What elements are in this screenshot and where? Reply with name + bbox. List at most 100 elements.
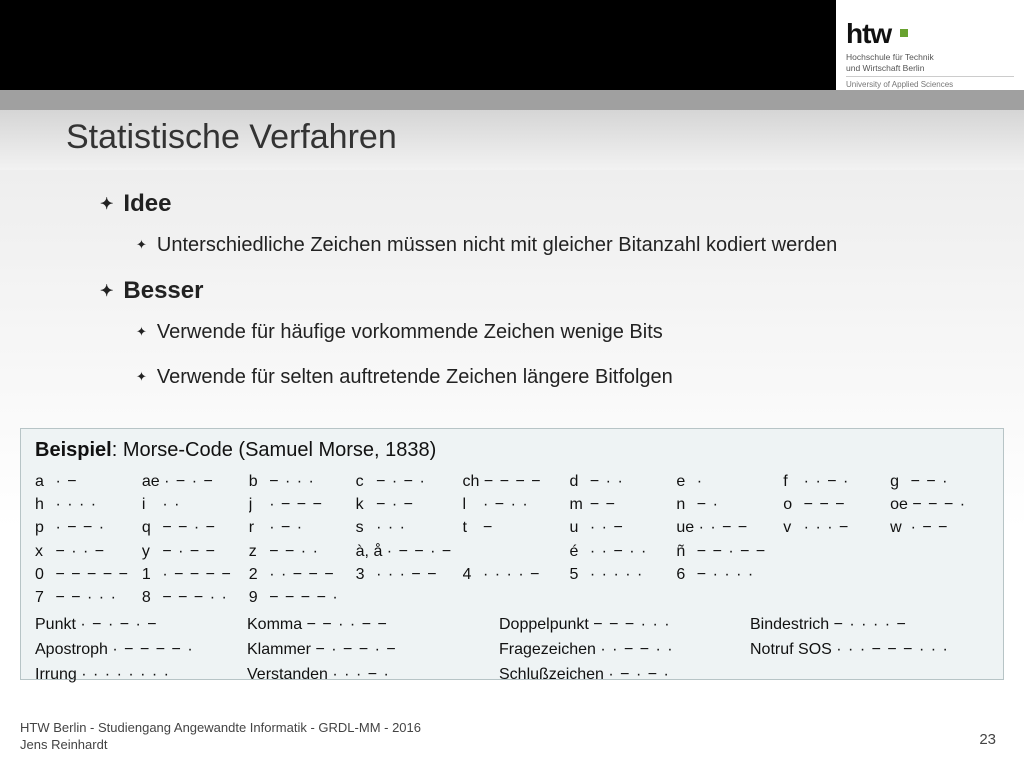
morse-cell: a · −	[35, 470, 134, 493]
morse-wide-cell: Bindestrich − · · · · −	[750, 613, 989, 638]
logo-line1: Hochschule für Technik	[846, 52, 1014, 63]
morse-cell: c − · − ·	[356, 470, 455, 493]
slide: htw Hochschule für Technik und Wirtschaf…	[0, 0, 1024, 768]
morse-cell: 7 − − · · ·	[35, 586, 134, 609]
logo-block: htw Hochschule für Technik und Wirtschaf…	[836, 0, 1024, 90]
morse-cell: i · ·	[142, 493, 241, 516]
morse-cell: 8 − − − · ·	[142, 586, 241, 609]
logo-sub: University of Applied Sciences	[846, 80, 1014, 90]
footer-line1: HTW Berlin - Studiengang Angewandte Info…	[20, 720, 421, 737]
morse-wide-cell: Doppelpunkt − − − · · ·	[499, 613, 738, 638]
morse-cell: 0 − − − − −	[35, 563, 134, 586]
morse-cell: ch − − − −	[463, 470, 562, 493]
morse-wide-cell: Punkt · − · − · −	[35, 613, 235, 638]
morse-cell: ue · · − −	[676, 516, 775, 539]
morse-wide-cell: Klammer − · − − · −	[247, 638, 487, 663]
morse-cell: p · − − ·	[35, 516, 134, 539]
morse-cell: oe − − − ·	[890, 493, 989, 516]
diamond-bullet-icon: ✦	[136, 324, 147, 339]
page-number: 23	[979, 731, 996, 748]
morse-cell	[569, 586, 668, 609]
besser-text-0: Verwende für häufige vorkommende Zeichen…	[157, 321, 663, 343]
morse-cell: k − · −	[356, 493, 455, 516]
morse-cell: é · · − · ·	[569, 540, 668, 563]
content: ✦ Idee ✦ Unterschiedliche Zeichen müssen n…	[100, 190, 964, 409]
morse-cell: q − − · −	[142, 516, 241, 539]
example-box: Beispiel: Morse-Code (Samuel Morse, 1838…	[20, 428, 1004, 680]
morse-wide-cell	[750, 663, 989, 688]
besser-item-1: ✦ Verwende für selten auftretende Zeichen…	[136, 364, 964, 391]
morse-wide-cell: Komma − − · · − −	[247, 613, 487, 638]
example-title-bold: Beispiel	[35, 439, 112, 461]
morse-cell	[783, 540, 882, 563]
idee-text: Unterschiedliche Zeichen müssen nicht mi…	[157, 234, 837, 256]
diamond-bullet-icon: ✦	[100, 283, 113, 300]
morse-cell: l · − · ·	[463, 493, 562, 516]
logo-tagline: Hochschule für Technik und Wirtschaft Be…	[846, 52, 1014, 90]
diamond-bullet-icon: ✦	[100, 196, 113, 213]
logo-brand: htw	[846, 18, 891, 50]
morse-cell: 1 · − − − −	[142, 563, 241, 586]
besser-label: Besser	[123, 277, 203, 304]
morse-cell: 3 · · · − −	[356, 563, 455, 586]
footer: HTW Berlin - Studiengang Angewandte Info…	[20, 720, 421, 754]
morse-cell: m − −	[569, 493, 668, 516]
morse-cell: 4 · · · · −	[463, 563, 562, 586]
morse-wide: Punkt · − · − · − Komma − − · · − − Doppel…	[35, 613, 989, 687]
morse-cell: 6 − · · · ·	[676, 563, 775, 586]
morse-wide-cell: Irrung · · · · · · · ·	[35, 663, 235, 688]
morse-grid: a · −ae · − · −b − · · ·c − · − ·ch − − …	[35, 470, 989, 609]
morse-cell	[783, 586, 882, 609]
morse-cell	[463, 586, 562, 609]
footer-line2: Jens Reinhardt	[20, 737, 421, 754]
morse-cell: h · · · ·	[35, 493, 134, 516]
morse-cell: u · · −	[569, 516, 668, 539]
morse-cell: n − ·	[676, 493, 775, 516]
morse-wide-cell: Notruf SOS · · · − − − · · ·	[750, 638, 989, 663]
bullet-idee: ✦ Idee	[100, 190, 964, 218]
morse-cell: 5 · · · · ·	[569, 563, 668, 586]
example-title: Beispiel: Morse-Code (Samuel Morse, 1838…	[35, 439, 989, 462]
morse-cell	[463, 540, 562, 563]
morse-cell: g − − ·	[890, 470, 989, 493]
besser-text-1: Verwende für selten auftretende Zeichen …	[157, 366, 673, 388]
morse-cell	[356, 586, 455, 609]
morse-wide-cell: Schlußzeichen · − · − ·	[499, 663, 738, 688]
diamond-bullet-icon: ✦	[136, 237, 147, 252]
morse-cell: d − · ·	[569, 470, 668, 493]
morse-cell: 2 · · − − −	[249, 563, 348, 586]
morse-cell: à, å · − − · −	[356, 540, 455, 563]
logo-dot-icon	[900, 29, 908, 37]
idee-item: ✦ Unterschiedliche Zeichen müssen nicht m…	[136, 232, 964, 259]
idee-label: Idee	[123, 190, 171, 217]
morse-cell: v · · · −	[783, 516, 882, 539]
morse-cell: f · · − ·	[783, 470, 882, 493]
morse-cell: 9 − − − − ·	[249, 586, 348, 609]
morse-wide-cell: Fragezeichen · · − − · ·	[499, 638, 738, 663]
morse-cell	[676, 586, 775, 609]
morse-wide-cell: Apostroph · − − − − ·	[35, 638, 235, 663]
morse-cell: z − − · ·	[249, 540, 348, 563]
example-title-rest: : Morse-Code (Samuel Morse, 1838)	[112, 439, 437, 461]
logo-divider	[846, 76, 1014, 77]
morse-cell: t −	[463, 516, 562, 539]
morse-cell: x − · · −	[35, 540, 134, 563]
morse-cell: y − · − −	[142, 540, 241, 563]
bullet-besser: ✦ Besser	[100, 277, 964, 305]
morse-cell: ñ − − · − −	[676, 540, 775, 563]
morse-cell: r · − ·	[249, 516, 348, 539]
morse-cell: j · − − −	[249, 493, 348, 516]
morse-cell: ae · − · −	[142, 470, 241, 493]
morse-cell: s · · ·	[356, 516, 455, 539]
morse-cell: e ·	[676, 470, 775, 493]
diamond-bullet-icon: ✦	[136, 369, 147, 384]
page-title: Statistische Verfahren	[66, 118, 397, 157]
morse-cell: w · − −	[890, 516, 989, 539]
besser-item-0: ✦ Verwende für häufige vorkommende Zeiche…	[136, 319, 964, 346]
morse-cell: o − − −	[783, 493, 882, 516]
logo-line2: und Wirtschaft Berlin	[846, 63, 1014, 74]
morse-wide-cell: Verstanden · · · − ·	[247, 663, 487, 688]
morse-cell	[783, 563, 882, 586]
morse-cell	[890, 563, 989, 586]
morse-cell	[890, 540, 989, 563]
